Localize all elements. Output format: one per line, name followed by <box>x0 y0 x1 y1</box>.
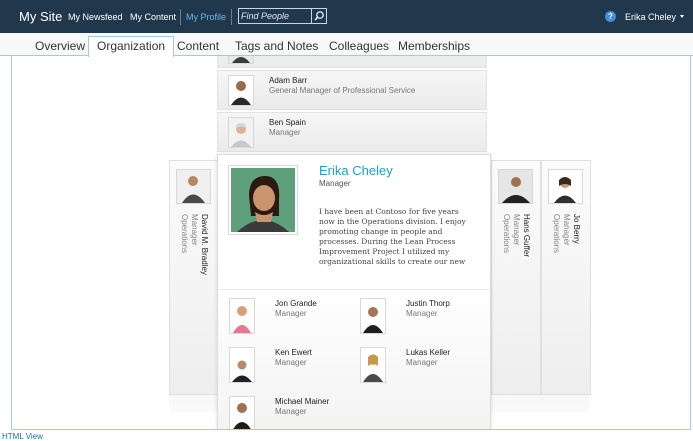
bio-line: processes. During the Lean Process <box>319 237 456 246</box>
tab-colleagues[interactable]: Colleagues <box>329 37 389 56</box>
report-title: Manager <box>275 358 307 367</box>
profile-card: Erika Cheley Manager I have been at Cont… <box>217 154 491 429</box>
chevron-down-icon[interactable] <box>680 15 684 18</box>
tab-content[interactable]: Content <box>177 37 219 56</box>
report-name[interactable]: Justin Thorp <box>406 299 450 308</box>
nav-separator <box>231 9 232 25</box>
report-title: Manager <box>275 309 307 318</box>
people-search-box <box>238 8 327 24</box>
site-title[interactable]: My Site <box>19 9 62 24</box>
person-photo-icon <box>228 117 254 148</box>
report-title: Manager <box>275 407 307 416</box>
manager-title: General Manager of Professional Service <box>269 86 416 95</box>
peer-department: Operations <box>502 214 511 254</box>
report-name[interactable]: Michael Mainer <box>275 397 329 406</box>
direct-reports: Jon Grande Manager Justin Thorp Manager … <box>218 290 490 429</box>
bio-line: I have been at Contoso for five years <box>319 207 459 216</box>
peer-card[interactable]: Hans Guffer Manager Operations <box>491 160 541 395</box>
manager-title: Manager <box>269 128 301 137</box>
person-photo-icon <box>229 396 255 429</box>
report-name[interactable]: Lukas Keller <box>406 348 450 357</box>
manager-name[interactable]: Ben Spain <box>269 118 306 127</box>
peer-department: Operations <box>552 214 561 254</box>
help-icon[interactable]: ? <box>605 11 616 22</box>
peer-name[interactable]: David M. Bradley <box>200 214 209 275</box>
nav-separator <box>180 9 181 25</box>
report-item[interactable]: Lukas Keller Manager <box>360 347 480 387</box>
user-menu[interactable]: Erika Cheley <box>625 12 676 22</box>
tab-organization[interactable]: Organization <box>88 36 175 57</box>
profile-bio: I have been at Contoso for five years no… <box>319 207 479 267</box>
peer-name[interactable]: Jo Berry <box>572 214 581 244</box>
manager-name[interactable]: Adam Barr <box>269 76 307 85</box>
report-title: Manager <box>406 309 438 318</box>
org-browser: Adam Barr General Manager of Professiona… <box>11 56 691 430</box>
tab-tags-and-notes[interactable]: Tags and Notes <box>235 37 318 56</box>
search-button[interactable] <box>311 9 326 23</box>
nav-my-newsfeed[interactable]: My Newsfeed <box>68 12 123 22</box>
person-photo-icon <box>229 298 255 334</box>
report-name[interactable]: Jon Grande <box>275 299 317 308</box>
profile-title: Manager <box>319 179 351 188</box>
report-title: Manager <box>406 358 438 367</box>
search-input[interactable] <box>241 10 309 22</box>
person-photo-icon <box>228 75 254 106</box>
manager-card[interactable]: Ben Spain Manager <box>217 112 487 152</box>
bio-line: organizational skills to create our new <box>319 257 466 266</box>
person-photo-icon <box>228 165 298 235</box>
peer-name[interactable]: Hans Guffer <box>522 214 531 257</box>
person-photo-icon <box>176 169 211 204</box>
report-item[interactable]: Ken Ewert Manager <box>229 347 349 387</box>
person-photo-icon <box>498 169 533 204</box>
nav-my-profile[interactable]: My Profile <box>186 12 226 22</box>
person-photo-icon <box>229 347 255 383</box>
tab-memberships[interactable]: Memberships <box>398 37 470 56</box>
profile-name: Erika Cheley <box>319 163 393 178</box>
bio-line: promoting change in people and <box>319 227 443 236</box>
search-icon <box>314 11 324 21</box>
peer-title: Manager <box>190 214 199 246</box>
bio-line: now in the Operations division. I enjoy <box>319 217 466 226</box>
peer-title: Manager <box>512 214 521 246</box>
report-item[interactable]: Justin Thorp Manager <box>360 298 480 338</box>
peer-card[interactable]: Jo Berry Manager Operations <box>541 160 591 395</box>
person-photo-icon <box>548 169 583 204</box>
tab-overview[interactable]: Overview <box>35 37 85 56</box>
peer-department: Operations <box>180 214 189 254</box>
nav-my-content[interactable]: My Content <box>130 12 176 22</box>
manager-card[interactable]: Adam Barr General Manager of Professiona… <box>217 70 487 110</box>
peer-title: Manager <box>562 214 571 246</box>
bio-line: Improvement Project I utilized my <box>319 247 450 256</box>
profile-tabs: Overview Organization Content Tags and N… <box>0 33 693 57</box>
peer-card[interactable]: David M. Bradley Manager Operations <box>169 160 219 395</box>
report-item[interactable]: Jon Grande Manager <box>229 298 349 338</box>
report-name[interactable]: Ken Ewert <box>275 348 312 357</box>
top-bar: My Site My Newsfeed My Content My Profil… <box>0 0 693 33</box>
person-photo-icon <box>360 347 386 383</box>
html-view-link[interactable]: HTML View <box>2 432 43 441</box>
report-item[interactable]: Michael Mainer Manager <box>229 396 349 429</box>
manager-card-top[interactable] <box>217 56 487 68</box>
person-photo-icon <box>228 56 254 64</box>
person-photo-icon <box>360 298 386 334</box>
